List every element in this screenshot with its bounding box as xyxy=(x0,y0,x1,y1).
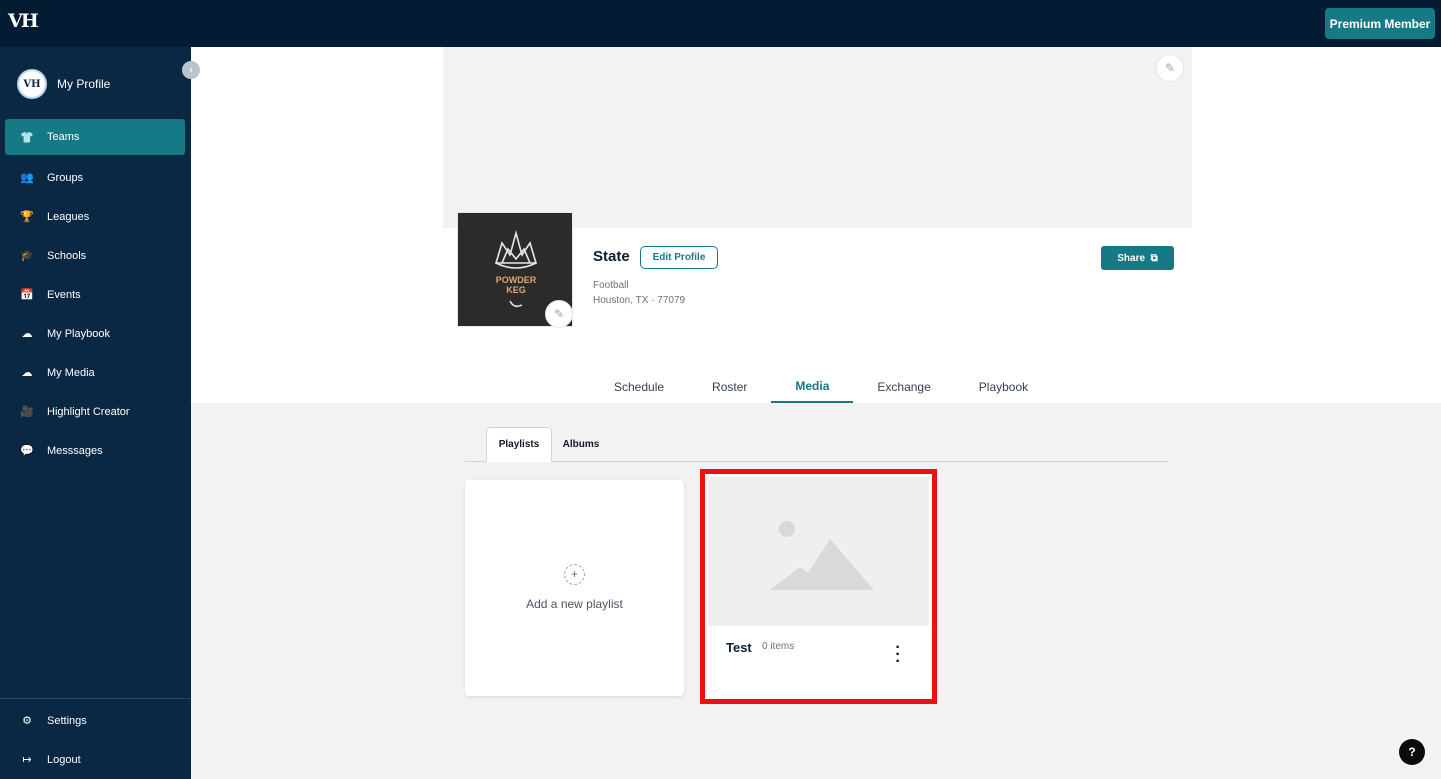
playlist-title: Test xyxy=(726,640,752,655)
sidebar-item-label: Schools xyxy=(47,249,87,262)
sidebar-item-schools[interactable]: 🎓 Schools xyxy=(0,236,191,275)
calendar-icon: 📅 xyxy=(20,289,34,301)
brand-logo[interactable]: VH xyxy=(8,10,39,32)
playlist-item-count: 0 items xyxy=(762,641,795,652)
cloud-upload-icon: ☁ xyxy=(21,328,33,340)
sidebar-item-label: Messsages xyxy=(47,444,103,457)
avatar: VH xyxy=(17,69,47,99)
cover-image xyxy=(443,47,1192,228)
sidebar-item-logout[interactable]: ↦ Logout xyxy=(0,740,191,779)
sidebar-item-label: Groups xyxy=(47,171,84,184)
pencil-icon[interactable]: ✎ xyxy=(545,300,573,328)
sidebar-item-label: Highlight Creator xyxy=(47,405,130,418)
sidebar-item-my-playbook[interactable]: ☁ My Playbook xyxy=(0,314,191,353)
media-subtabs: Playlists Albums xyxy=(465,427,1169,462)
playlist-thumbnail[interactable] xyxy=(708,477,929,626)
image-placeholder-icon xyxy=(770,521,874,590)
help-icon[interactable]: ? xyxy=(1399,739,1425,765)
pencil-icon[interactable]: ✎ xyxy=(1156,54,1184,82)
gear-icon: ⚙ xyxy=(22,715,32,727)
trophy-icon: 🏆 xyxy=(20,211,34,223)
sidebar-item-label: Leagues xyxy=(47,210,90,223)
sidebar-profile[interactable]: VH My Profile xyxy=(17,69,110,99)
sidebar-item-label: Settings xyxy=(47,714,87,727)
chevron-left-icon[interactable]: ‹ xyxy=(182,61,200,79)
sidebar-item-label: Events xyxy=(47,288,81,301)
video-camera-icon: 🎥 xyxy=(20,406,34,418)
tab-schedule[interactable]: Schedule xyxy=(590,371,688,403)
team-location: Houston, TX · 77079 xyxy=(593,295,686,306)
sidebar-bottom: ⚙ Settings ↦ Logout xyxy=(0,698,191,779)
graduation-cap-icon: 🎓 xyxy=(20,250,34,262)
logo-text: POWDER KEG xyxy=(495,275,537,295)
plus-icon[interactable]: + xyxy=(564,564,585,585)
subtab-playlists[interactable]: Playlists xyxy=(486,427,552,462)
tab-playbook[interactable]: Playbook xyxy=(955,371,1052,403)
more-options-icon[interactable]: · · · xyxy=(891,640,905,670)
sidebar-item-label: Logout xyxy=(47,753,81,766)
users-icon: 👥 xyxy=(20,172,34,184)
sidebar-item-label: My Playbook xyxy=(47,327,110,340)
tab-media[interactable]: Media xyxy=(771,371,854,403)
team-name: State xyxy=(593,248,630,265)
tab-exchange[interactable]: Exchange xyxy=(853,371,954,403)
team-tabs: Schedule Roster Media Exchange Playbook xyxy=(590,371,1052,403)
top-bar: VH Premium Member xyxy=(0,0,1441,47)
sidebar-item-label: My Media xyxy=(47,366,95,379)
subtab-albums[interactable]: Albums xyxy=(556,427,606,462)
sidebar-nav: 👕 Teams 👥 Groups 🏆 Leagues 🎓 Schools 📅 E… xyxy=(0,119,191,470)
sidebar: VH My Profile 👕 Teams 👥 Groups 🏆 Leagues… xyxy=(0,47,191,779)
premium-member-button[interactable]: Premium Member xyxy=(1325,8,1435,39)
sidebar-item-leagues[interactable]: 🏆 Leagues xyxy=(0,197,191,236)
shirt-icon: 👕 xyxy=(20,131,34,144)
sidebar-item-teams[interactable]: 👕 Teams xyxy=(5,119,185,155)
tab-roster[interactable]: Roster xyxy=(688,371,771,403)
chat-icon: 💬 xyxy=(20,445,34,457)
playlist-card[interactable]: Test 0 items · · · xyxy=(700,469,937,704)
add-playlist-card[interactable] xyxy=(465,480,684,696)
profile-label: My Profile xyxy=(57,77,111,91)
sidebar-item-label: Teams xyxy=(47,131,80,143)
share-button[interactable]: Share ⧉ xyxy=(1101,246,1174,270)
sidebar-item-my-media[interactable]: ☁ My Media xyxy=(0,353,191,392)
sidebar-item-events[interactable]: 📅 Events xyxy=(0,275,191,314)
team-sport: Football xyxy=(593,280,629,291)
external-link-icon: ⧉ xyxy=(1147,252,1158,264)
edit-profile-button[interactable]: Edit Profile xyxy=(640,246,718,269)
sidebar-item-groups[interactable]: 👥 Groups xyxy=(0,158,191,197)
sidebar-item-messages[interactable]: 💬 Messsages xyxy=(0,431,191,470)
cloud-upload-icon: ☁ xyxy=(21,367,33,379)
logout-icon: ↦ xyxy=(22,754,32,766)
add-playlist-label[interactable]: Add a new playlist xyxy=(465,597,684,611)
sidebar-item-settings[interactable]: ⚙ Settings xyxy=(0,701,191,740)
share-label: Share xyxy=(1117,252,1146,264)
sidebar-item-highlight-creator[interactable]: 🎥 Highlight Creator xyxy=(0,392,191,431)
